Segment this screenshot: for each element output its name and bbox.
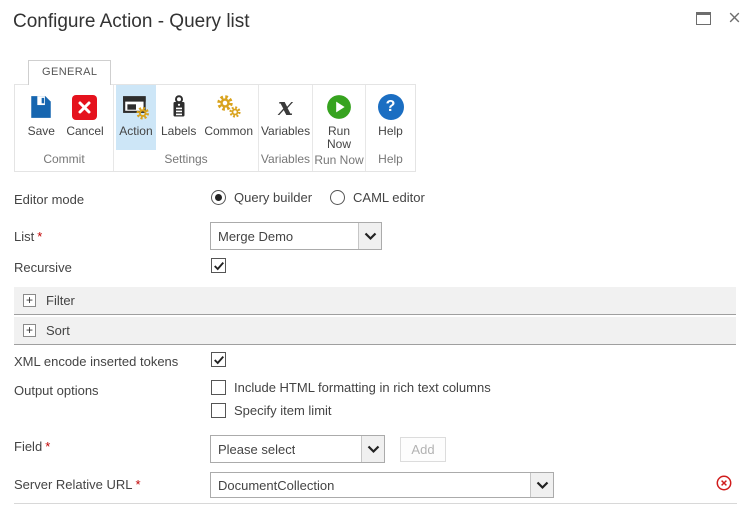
add-button[interactable]: Add [400,437,446,462]
action-icon [122,91,150,123]
recursive-label: Recursive [14,260,72,275]
recursive-checkbox[interactable] [211,258,226,273]
action-label: Action [119,124,153,138]
output-options-label: Output options [14,383,99,398]
save-button[interactable]: Save [21,85,61,150]
help-icon: ? [377,91,404,123]
editor-mode-label: Editor mode [14,192,85,207]
list-label: List * [14,229,43,244]
field-label: Field * [14,439,51,454]
include-html-label: Include HTML formatting in rich text col… [234,380,491,395]
sort-section-header[interactable]: + Sort [14,317,736,345]
expand-icon[interactable]: + [23,294,36,307]
cancel-label: Cancel [66,124,104,138]
dialog-title: Configure Action - Query list [13,11,250,32]
chevron-down-icon[interactable] [358,223,381,249]
action-button[interactable]: Action [115,85,156,150]
include-html-checkbox[interactable] [211,380,226,395]
required-marker: * [45,439,51,454]
item-limit-label: Specify item limit [234,403,332,418]
radio-caml-editor[interactable] [330,190,346,205]
server-relative-url-label: Server Relative URL * [14,477,141,492]
ribbon-group-label-settings: Settings [164,152,208,166]
labels-icon [166,91,192,123]
bottom-divider [14,503,737,504]
cancel-button[interactable]: Cancel [63,85,106,150]
run-now-label: Run Now [326,124,351,152]
ribbon-group-variables: x Variables Variables [259,85,313,171]
field-dropdown[interactable]: Please select [210,435,385,463]
help-button[interactable]: ? Help [371,85,411,150]
item-limit-checkbox[interactable] [211,403,226,418]
list-dropdown[interactable]: Merge Demo [210,222,382,250]
ribbon-group-settings: Action Labels Common Settings [114,85,259,171]
server-relative-url-value: DocumentCollection [218,477,335,493]
filter-section-label: Filter [46,293,75,308]
run-now-button[interactable]: Run Now [319,85,359,151]
field-dropdown-value: Please select [218,441,296,457]
chevron-down-icon[interactable] [530,473,553,497]
radio-caml-editor-label: CAML editor [353,190,425,205]
help-label: Help [378,124,403,138]
item-limit-row: Specify item limit [211,403,491,418]
labels-label: Labels [160,124,197,138]
ribbon-group-label-help: Help [378,152,403,166]
close-icon[interactable] [727,11,742,24]
common-label: Common [204,124,254,138]
save-label: Save [27,124,55,138]
xml-encode-checkbox[interactable] [211,352,226,367]
list-dropdown-value: Merge Demo [218,228,294,244]
maximize-icon[interactable] [696,12,711,25]
variables-icon: x [278,92,293,121]
ribbon-group-run-now: Run Now Run Now [313,85,366,171]
required-marker: * [37,229,43,244]
tab-general[interactable]: GENERAL [28,60,112,85]
filter-section-header[interactable]: + Filter [14,287,736,315]
radio-query-builder[interactable] [211,190,226,205]
output-options-group: Include HTML formatting in rich text col… [211,380,491,418]
ribbon-toolbar: Save Cancel Commit Action Labels Common … [14,84,416,172]
variables-label: Variables [260,124,311,138]
ribbon-group-commit: Save Cancel Commit [15,85,114,171]
common-button[interactable]: Common [201,85,256,150]
include-html-row: Include HTML formatting in rich text col… [211,380,491,395]
common-icon [215,91,243,123]
run-now-icon [326,91,352,123]
chevron-down-icon[interactable] [361,436,384,462]
configure-action-dialog: Configure Action - Query list GENERAL Sa… [0,0,752,510]
radio-query-builder-label: Query builder [234,190,313,205]
variables-button[interactable]: x Variables [259,85,312,150]
ribbon-group-help: ? Help Help [366,85,415,171]
ribbon-group-label-commit: Commit [43,152,85,166]
expand-icon[interactable]: + [23,324,36,337]
sort-section-label: Sort [46,323,70,338]
ribbon-group-label-variables: Variables [260,152,311,166]
save-icon [28,91,54,123]
error-icon [716,475,732,491]
cancel-icon [72,91,98,123]
server-relative-url-dropdown[interactable]: DocumentCollection [210,472,554,498]
editor-mode-radios: Query builder CAML editor [211,190,435,205]
labels-button[interactable]: Labels [158,85,199,150]
ribbon-group-label-run-now: Run Now [314,153,364,168]
xml-encode-label: XML encode inserted tokens [14,354,179,369]
required-marker: * [135,477,141,492]
